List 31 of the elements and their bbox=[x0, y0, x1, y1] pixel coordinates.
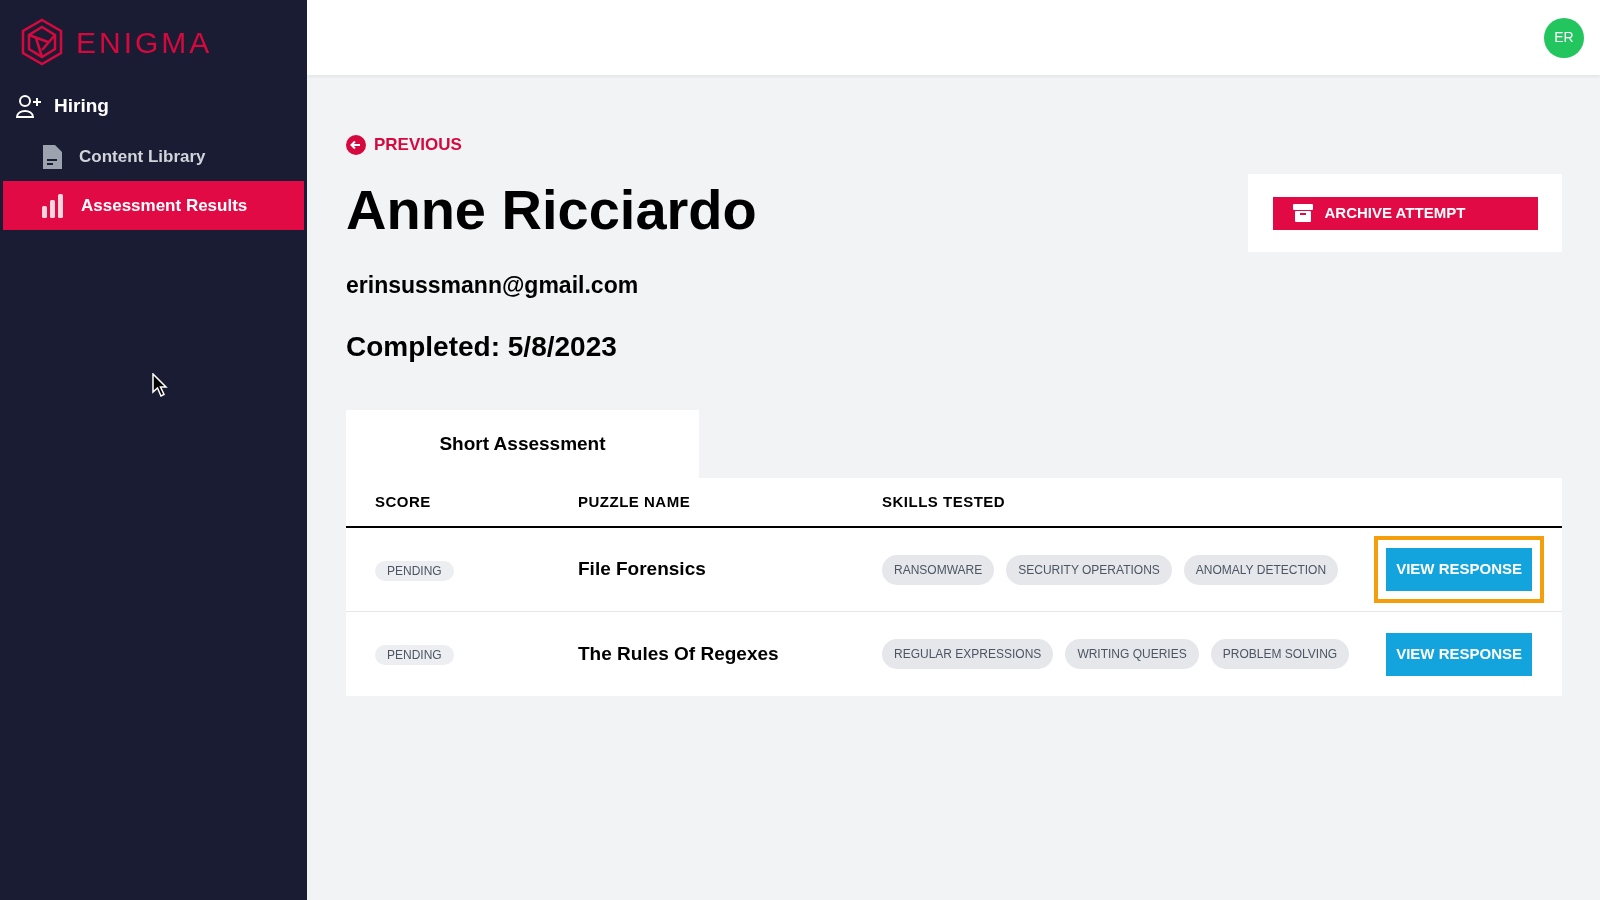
brand-name: ENIGMA bbox=[76, 24, 213, 61]
add-user-icon bbox=[16, 94, 42, 118]
hexagon-logo-icon bbox=[20, 18, 64, 66]
skill-tag: SECURITY OPERATIONS bbox=[1006, 554, 1172, 585]
skill-tag: ANOMALY DETECTION bbox=[1183, 554, 1339, 585]
sidebar-item[interactable]: Assessment Results bbox=[3, 181, 304, 230]
mouse-cursor-icon bbox=[152, 373, 168, 397]
sidebar-item[interactable]: Content Library bbox=[3, 132, 304, 181]
skill-tag: PROBLEM SOLVING bbox=[1210, 639, 1350, 669]
candidate-name: Anne Ricciardo bbox=[346, 181, 757, 238]
bar-chart-icon bbox=[41, 193, 65, 218]
document-icon bbox=[41, 143, 63, 170]
nav-section-label: Hiring bbox=[54, 93, 109, 118]
archive-box-icon bbox=[1292, 204, 1313, 222]
status-badge: PENDING bbox=[375, 560, 454, 581]
puzzle-name: File Forensics bbox=[578, 557, 707, 582]
column-header: SCORE bbox=[375, 491, 432, 512]
archive-attempt-button[interactable]: ARCHIVE ATTEMPT bbox=[1272, 196, 1538, 230]
puzzle-name: The Rules Of Regexes bbox=[578, 641, 780, 666]
completed-date: Completed: 5/8/2023 bbox=[346, 330, 618, 364]
candidate-email: erinsussmann@gmail.com bbox=[346, 270, 640, 300]
tab[interactable]: Short Assessment bbox=[346, 410, 699, 478]
skill-tag: REGULAR EXPRESSIONS bbox=[882, 639, 1054, 669]
skill-tag: WRITING QUERIES bbox=[1065, 639, 1199, 669]
view-response-button[interactable]: VIEW RESPONSE bbox=[1386, 632, 1532, 676]
column-header: PUZZLE NAME bbox=[578, 491, 692, 512]
previous-link[interactable]: PREVIOUS bbox=[346, 132, 757, 158]
column-header: SKILLS TESTED bbox=[882, 491, 1007, 512]
view-response-button[interactable]: VIEW RESPONSE bbox=[1386, 548, 1532, 591]
status-badge: PENDING bbox=[375, 645, 454, 665]
skill-tag: RANSOMWARE bbox=[882, 554, 995, 585]
